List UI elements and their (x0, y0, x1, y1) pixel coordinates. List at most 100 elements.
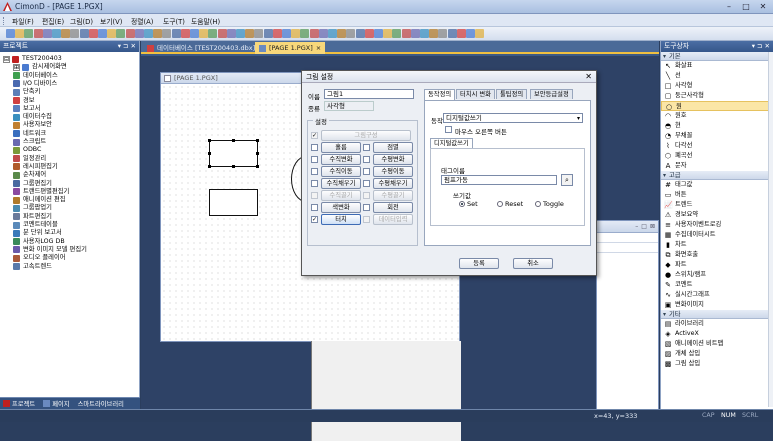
action-button[interactable]: 수평이동 (373, 166, 413, 177)
panel-pin-close-icon[interactable]: ▾ ⊐ ✕ (118, 41, 136, 52)
toolbox-item[interactable]: ◈ ActiveX (661, 329, 773, 339)
resize-handle[interactable] (256, 165, 259, 168)
toolbar-tool-icon[interactable] (190, 29, 199, 38)
toolbox-item[interactable]: ▮ 차트 (661, 240, 773, 250)
selected-rectangle-shape[interactable] (209, 140, 258, 167)
toolbar-tool-icon[interactable] (291, 29, 301, 38)
tag-browse-icon[interactable]: ⌕ (561, 174, 573, 186)
action-button[interactable]: 색변화 (321, 202, 361, 213)
tag-field[interactable]: 펌프가동 (441, 175, 557, 185)
toolbox-item[interactable]: ◠ 원호 (661, 111, 773, 121)
resize-handle[interactable] (232, 165, 235, 168)
toolbar-tool-icon[interactable] (383, 29, 393, 38)
resize-handle[interactable] (208, 139, 211, 142)
action-button[interactable]: 수평변화 (373, 154, 413, 165)
action-button[interactable]: 수직끌기 (321, 190, 361, 201)
tree-item[interactable]: 데이터수집 (13, 113, 52, 121)
tree-item[interactable]: 트랜드편별편집기 (13, 188, 69, 196)
tree-item[interactable]: ODBC (13, 146, 41, 154)
action-button[interactable]: 수직변화 (321, 154, 361, 165)
toolbar-tool-icon[interactable] (420, 29, 429, 38)
action-checkbox[interactable] (311, 144, 318, 151)
action-button[interactable]: 데이터입력 (373, 214, 413, 225)
toolbox-item[interactable]: ◆ 파트 (661, 260, 773, 270)
action-checkbox[interactable] (311, 180, 318, 187)
toolbar-tool-icon[interactable] (309, 29, 319, 38)
tree-item[interactable]: 애니메이션 편집 (13, 196, 66, 204)
tree-item[interactable]: I/O 디바이스 (13, 80, 57, 88)
toolbar-tool-icon[interactable] (401, 29, 411, 38)
toolbar-tool-icon[interactable] (392, 29, 402, 38)
toolbar-tool-icon[interactable] (364, 29, 374, 38)
toolbar-tool-icon[interactable] (162, 29, 172, 38)
tree-item[interactable]: 스크립트 (13, 138, 46, 146)
dialog-tab[interactable]: 보안등급설정 (530, 89, 573, 99)
toolbox-item[interactable]: A 문자 (661, 161, 773, 171)
toolbox-item[interactable]: ◓ 현 (661, 121, 773, 131)
toolbar-tool-icon[interactable] (61, 29, 71, 38)
action-button[interactable]: 터치 (321, 214, 361, 225)
menu-view[interactable]: 보기(V) (100, 16, 122, 26)
toolbox-item[interactable]: ▨ 개체 삽입 (661, 349, 773, 359)
toolbar-tool-icon[interactable] (254, 29, 264, 38)
toolbar-tool-icon[interactable] (337, 29, 347, 38)
ok-button[interactable]: 등록 (459, 258, 499, 269)
toolbar-tool-icon[interactable] (125, 29, 135, 38)
toolbar-tool-icon[interactable] (456, 29, 466, 38)
action-button[interactable]: 수평채우기 (373, 178, 413, 189)
toolbox-item[interactable]: ◔ 부채꼴 (661, 131, 773, 141)
action-checkbox[interactable] (311, 156, 318, 163)
toolbar-tool-icon[interactable] (180, 29, 190, 38)
toolbox-item[interactable]: 📈 트렌드 (661, 200, 773, 210)
toolbar-tool-icon[interactable] (70, 29, 80, 38)
toolbar-tool-icon[interactable] (116, 29, 126, 38)
dialog-tab[interactable]: 툴팁정의 (496, 89, 528, 99)
tree-item[interactable]: 사용자LOG DB (13, 238, 65, 246)
resize-handle[interactable] (256, 139, 259, 142)
tree-item[interactable]: 코멘트테이블 (13, 221, 58, 229)
toolbox-item[interactable]: # 태그값 (661, 180, 773, 190)
tree-root-project[interactable]: ⊟ TEST200403 (3, 55, 62, 63)
toolbar-tool-icon[interactable] (6, 29, 15, 38)
dialog-close-button[interactable]: ✕ (585, 71, 592, 83)
dialog-tab[interactable]: 동작정의 (424, 89, 456, 100)
radio-reset[interactable] (497, 201, 503, 207)
tree-item[interactable]: ⊞ 감시제어화면 (13, 63, 67, 71)
tree-item[interactable]: 순차제어 (13, 171, 46, 179)
radio-set[interactable] (459, 201, 465, 207)
toolbar-tool-icon[interactable] (15, 29, 25, 38)
action-button[interactable]: 흘름 (321, 142, 361, 153)
action-button[interactable]: 수평끌기 (373, 190, 413, 201)
toolbox-item[interactable]: ⬡ 폐곡선 (661, 151, 773, 161)
action-checkbox[interactable] (363, 216, 370, 223)
tab-smart-library[interactable]: 스마트라이브러리 (78, 399, 124, 408)
action-checkbox[interactable] (311, 192, 318, 199)
menu-help[interactable]: 도움말(H) (191, 16, 220, 26)
toolbar-tool-icon[interactable] (410, 29, 420, 38)
tree-item[interactable]: 파트편집기 (13, 213, 52, 221)
toolbar-tool-icon[interactable] (24, 29, 34, 38)
toolbar-tool-icon[interactable] (245, 29, 255, 38)
toolbox-scrollbar[interactable] (768, 52, 773, 407)
toolbar-tool-icon[interactable] (88, 29, 98, 38)
toolbar-tool-icon[interactable] (272, 29, 282, 38)
toolbox-item[interactable]: ▭ 버튼 (661, 190, 773, 200)
toolbar-tool-icon[interactable] (107, 29, 117, 38)
tree-item[interactable]: 분 단위 보고서 (13, 229, 62, 237)
bg-close-button[interactable]: ⊠ (650, 223, 655, 230)
toolbox-item[interactable]: ⚠ 경보요약 (661, 210, 773, 220)
toolbar-tool-icon[interactable] (263, 29, 273, 38)
menu-arrange[interactable]: 정렬(A) (131, 16, 153, 26)
bg-minimize-button[interactable]: – (635, 223, 638, 230)
toolbar-tool-icon[interactable] (475, 29, 485, 38)
tree-item[interactable]: 그룹편집기 (13, 180, 52, 188)
toolbar-tool-icon[interactable] (328, 29, 337, 38)
maximize-button[interactable]: □ (739, 1, 753, 12)
toolbar-tool-icon[interactable] (199, 29, 209, 38)
toolbox-item[interactable]: ▩ 그림 삽입 (661, 359, 773, 369)
toolbox-section-header[interactable]: 기본 (661, 52, 773, 61)
rectangle-shape[interactable] (209, 189, 258, 216)
tree-expander-icon[interactable]: ⊟ (3, 55, 10, 63)
toolbar-tool-icon[interactable] (226, 29, 236, 38)
toolbox-item[interactable]: ▦ 수집데이터시트 (661, 230, 773, 240)
